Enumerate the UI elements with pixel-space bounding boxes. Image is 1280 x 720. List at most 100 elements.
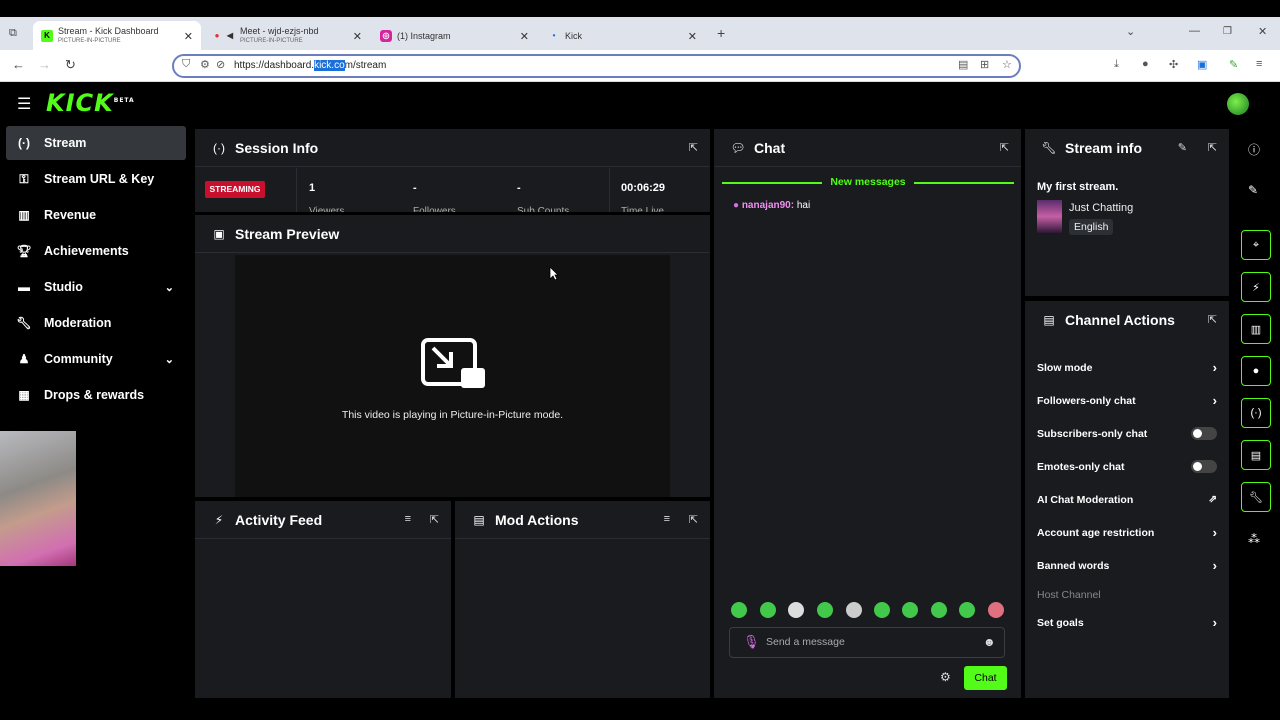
set-goals-item[interactable]: Set goals › xyxy=(1037,615,1217,630)
site-settings-icon[interactable]: ⚙ xyxy=(200,58,210,71)
popout-icon[interactable]: ⇱ xyxy=(689,513,698,526)
bar-chart-icon: ▥ xyxy=(18,208,30,222)
emote-icon[interactable] xyxy=(874,602,890,618)
sidebar-item-studio[interactable]: ▬ Studio ⌄ xyxy=(6,270,186,304)
close-window-icon[interactable]: ✕ xyxy=(1258,25,1267,38)
tab-kick[interactable]: • Kick ✕ xyxy=(540,21,705,50)
emote-icon[interactable] xyxy=(760,602,776,618)
tab-meet[interactable]: ● ◀ Meet - wjd-ezjs-nbd PICTURE-IN-PICTUR… xyxy=(205,21,370,50)
sub-counts-label: Sub Counts xyxy=(517,206,570,212)
hamburger-menu-icon[interactable]: ☰ xyxy=(17,94,31,114)
popout-icon[interactable]: ⇱ xyxy=(689,141,698,154)
back-icon[interactable]: ← xyxy=(12,57,25,72)
wrench-icon: 🔧︎ xyxy=(16,316,32,330)
close-tab-icon[interactable]: ✕ xyxy=(184,30,193,43)
microphone-icon[interactable]: 🎙︎ xyxy=(743,634,760,650)
chevron-right-icon: › xyxy=(1212,393,1217,408)
tab-kick-dashboard[interactable]: K Stream - Kick Dashboard PICTURE-IN-PICT… xyxy=(33,21,201,50)
emote-icon[interactable] xyxy=(788,602,804,618)
followers-only-chat-item[interactable]: Followers-only chat › xyxy=(1037,393,1217,408)
wrench-icon[interactable]: 🔧︎ xyxy=(1241,482,1271,512)
viewers-label: Viewers xyxy=(309,206,345,212)
emote-icon[interactable] xyxy=(931,602,947,618)
close-tab-icon[interactable]: ✕ xyxy=(520,30,529,43)
send-chat-button[interactable]: Chat xyxy=(964,666,1007,690)
emoji-picker-icon[interactable]: ☻ xyxy=(983,635,996,649)
list-icon: ▤ xyxy=(473,512,485,527)
emote-icon[interactable] xyxy=(846,602,862,618)
subscribers-only-toggle[interactable] xyxy=(1191,427,1217,440)
sidebar-item-community[interactable]: ♟ Community ⌄ xyxy=(6,342,186,376)
install-app-icon[interactable]: ⊞ xyxy=(980,58,989,71)
kick-logo[interactable]: KICKBETA xyxy=(46,89,135,117)
layout-icon[interactable]: ▤ xyxy=(1241,440,1271,470)
new-messages-divider[interactable]: New messages xyxy=(722,176,1014,190)
sidebar-item-moderation[interactable]: 🔧︎ Moderation xyxy=(6,306,186,340)
emote-icon[interactable] xyxy=(959,602,975,618)
downloads-icon[interactable]: ⤓ xyxy=(1114,58,1119,71)
sidebar-item-stream-url-key[interactable]: ⚿ Stream URL & Key xyxy=(6,162,186,196)
sidebar-item-achievements[interactable]: 🏆︎ Achievements xyxy=(6,234,186,268)
bookmark-star-icon[interactable]: ☆ xyxy=(1002,58,1012,71)
panel-title: Mod Actions xyxy=(495,511,579,528)
broadcast-icon[interactable]: (·) xyxy=(1241,398,1271,428)
popout-icon[interactable]: ⇱ xyxy=(430,513,439,526)
close-tab-icon[interactable]: ✕ xyxy=(353,30,362,43)
tab-actions-icon[interactable]: ⧉ xyxy=(9,27,17,40)
mod-actions-panel: ▤ Mod Actions ≡ ⇱ xyxy=(455,501,710,698)
viewers-value: 1 xyxy=(309,182,316,194)
host-channel-item[interactable]: Host Channel xyxy=(1037,589,1217,601)
new-tab-icon[interactable]: + xyxy=(717,25,725,41)
extension-leaf-icon[interactable]: ✎ xyxy=(1229,58,1238,71)
account-age-restriction-item[interactable]: Account age restriction › xyxy=(1037,525,1217,540)
tab-search-chevron-icon[interactable]: ⌄ xyxy=(1126,25,1135,38)
sidebar-item-revenue[interactable]: ▥ Revenue xyxy=(6,198,186,232)
menu-icon[interactable]: ≡ xyxy=(1256,58,1262,70)
stream-category: Just Chatting xyxy=(1069,202,1134,214)
edit-pencil-icon[interactable]: ✎ xyxy=(1178,141,1187,154)
panel-title: Channel Actions xyxy=(1065,312,1175,328)
reload-icon[interactable]: ↻ xyxy=(65,57,76,73)
filter-icon[interactable]: ≡ xyxy=(405,513,411,525)
extensions-icon[interactable]: ✣ xyxy=(1169,58,1178,71)
lightning-icon[interactable]: ⚡︎ xyxy=(1241,272,1271,302)
emote-icon[interactable] xyxy=(988,602,1004,618)
document-icon[interactable]: ▥ xyxy=(1241,314,1271,344)
popout-icon[interactable]: ⇱ xyxy=(1000,141,1009,154)
panel-title: Chat xyxy=(754,139,786,156)
chat-settings-icon[interactable]: ⚙ xyxy=(940,670,951,684)
chat-icon[interactable]: ● xyxy=(1241,356,1271,386)
profile-icon[interactable]: ● xyxy=(1142,58,1149,70)
banned-words-item[interactable]: Banned words › xyxy=(1037,558,1217,573)
tab-instagram[interactable]: ◎ (1) Instagram ✕ xyxy=(372,21,537,50)
ai-chat-moderation-item[interactable]: AI Chat Moderation ⇗ xyxy=(1037,494,1217,506)
restore-icon[interactable]: ❐ xyxy=(1223,26,1232,37)
reader-view-icon[interactable]: ▤ xyxy=(958,58,968,71)
sidebar-item-drops-rewards[interactable]: ▦ Drops & rewards xyxy=(6,378,186,412)
chevron-right-icon: › xyxy=(1212,615,1217,630)
emote-icon[interactable] xyxy=(817,602,833,618)
user-avatar[interactable] xyxy=(1227,93,1249,115)
sidebar-item-stream[interactable]: (·) Stream xyxy=(6,126,186,160)
chat-username[interactable]: nanajan90: xyxy=(742,200,794,211)
community-icon: ♟ xyxy=(18,352,30,366)
add-widget-icon[interactable]: ⁂ xyxy=(1248,532,1260,546)
edit-icon[interactable]: ✎ xyxy=(1248,183,1258,197)
lightning-icon: ⚡︎ xyxy=(214,512,224,527)
popout-icon[interactable]: ⇱ xyxy=(1208,141,1217,154)
close-tab-icon[interactable]: ✕ xyxy=(688,30,697,43)
filter-icon[interactable]: ≡ xyxy=(664,513,670,525)
emote-icon[interactable] xyxy=(731,602,747,618)
no-tracking-icon[interactable]: ⊘ xyxy=(216,58,225,71)
extension-f-icon[interactable]: ▣ xyxy=(1197,58,1207,71)
popout-icon[interactable]: ⇱ xyxy=(1208,313,1217,326)
emotes-only-toggle[interactable] xyxy=(1191,460,1217,473)
minimize-icon[interactable]: — xyxy=(1189,25,1200,37)
info-icon[interactable]: ⓘ xyxy=(1248,141,1260,158)
slow-mode-item[interactable]: Slow mode › xyxy=(1037,360,1217,375)
camera-focus-icon[interactable]: ⌖ xyxy=(1241,230,1271,260)
shield-icon[interactable]: ⛉ xyxy=(182,58,190,71)
url-text[interactable]: https://dashboard.kick.com/stream xyxy=(234,60,386,71)
forward-icon[interactable]: → xyxy=(38,57,51,72)
emote-icon[interactable] xyxy=(902,602,918,618)
